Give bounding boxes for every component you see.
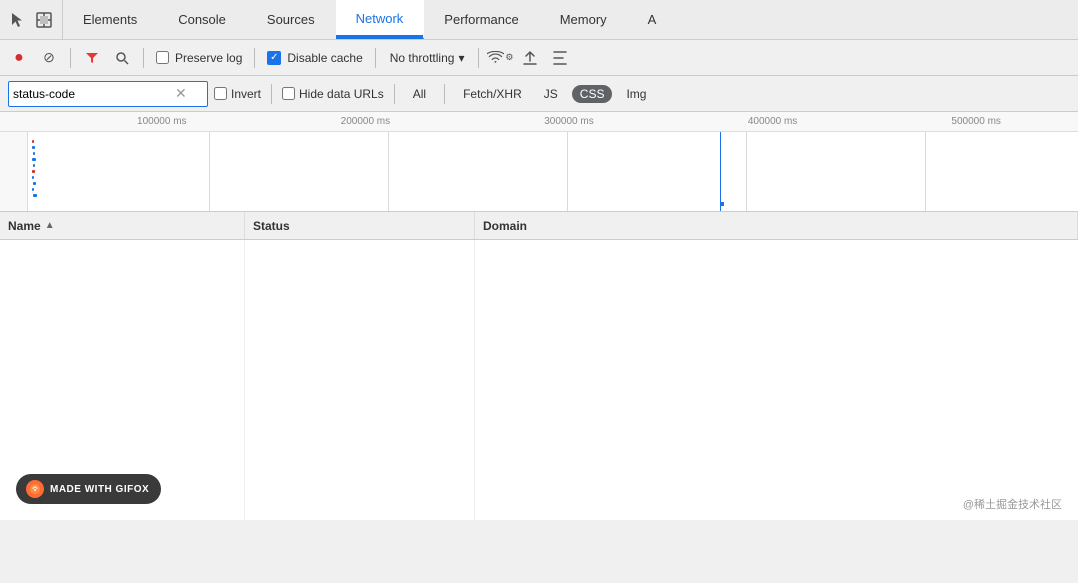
toolbar-divider-1 — [70, 48, 71, 68]
tab-sources[interactable]: Sources — [247, 0, 336, 39]
cursor-icon[interactable] — [8, 10, 28, 30]
inspect-icon[interactable] — [34, 10, 54, 30]
ruler-mark-5: 500000 ms — [874, 116, 1078, 127]
ruler-mark-1: 100000 ms — [60, 116, 264, 127]
waterfall-bars — [0, 132, 1078, 212]
disable-cache-label[interactable]: ✓ Disable cache — [263, 51, 366, 65]
tab-elements[interactable]: Elements — [63, 0, 158, 39]
preserve-log-checkbox[interactable] — [156, 51, 169, 64]
table-body: MADE WITH GIFOX @稀土掘金技术社区 — [0, 240, 1078, 520]
vline-5 — [925, 132, 926, 212]
th-name[interactable]: Name ▲ — [0, 212, 245, 239]
filter-button[interactable] — [79, 45, 105, 71]
invert-checkbox[interactable] — [214, 87, 227, 100]
watermark: @稀土掘金技术社区 — [963, 496, 1062, 512]
ruler-mark-4: 400000 ms — [671, 116, 875, 127]
filter-css-button[interactable]: CSS — [572, 85, 613, 103]
toolbar-divider-3 — [254, 48, 255, 68]
vline-3 — [567, 132, 568, 212]
timeline-cursor — [720, 132, 721, 212]
mini-bar-7 — [32, 188, 34, 191]
search-input[interactable] — [13, 87, 173, 101]
mini-bar-4 — [33, 164, 35, 167]
filter-row: ✕ Invert Hide data URLs All Fetch/XHR JS… — [0, 76, 1078, 112]
nav-tabs: Elements Console Sources Network Perform… — [63, 0, 1078, 39]
toolbar-divider-4 — [375, 48, 376, 68]
vline-2 — [388, 132, 389, 212]
timeline-ruler: 100000 ms 200000 ms 300000 ms 400000 ms … — [0, 112, 1078, 132]
mini-bar-2 — [33, 152, 35, 155]
filter-fetch-xhr-button[interactable]: Fetch/XHR — [455, 85, 530, 103]
mini-bar-5 — [32, 176, 34, 179]
filter-divider-1 — [271, 84, 272, 104]
mini-bar-r1 — [32, 140, 34, 143]
tab-performance[interactable]: Performance — [424, 0, 539, 39]
disable-cache-checkmark: ✓ — [267, 51, 281, 65]
search-button[interactable] — [109, 45, 135, 71]
tab-memory[interactable]: Memory — [540, 0, 628, 39]
filter-img-button[interactable]: Img — [618, 85, 654, 103]
tab-network[interactable]: Network — [336, 0, 425, 39]
search-clear-icon[interactable]: ✕ — [175, 85, 187, 102]
th-status[interactable]: Status — [245, 212, 475, 239]
stop-button[interactable]: ⊘ — [36, 45, 62, 71]
record-button[interactable]: ● — [6, 45, 32, 71]
wifi-icon[interactable]: ⚙ — [487, 45, 513, 71]
tab-console[interactable]: Console — [158, 0, 247, 39]
ruler-mark-3: 300000 ms — [467, 116, 671, 127]
vline-4 — [746, 132, 747, 212]
nav-icons — [0, 0, 63, 39]
toolbar-divider-2 — [143, 48, 144, 68]
cursor-dot — [720, 202, 724, 206]
table-col-status — [245, 240, 475, 520]
gifox-logo — [26, 480, 44, 498]
toolbar-divider-5 — [478, 48, 479, 68]
filter-js-button[interactable]: JS — [536, 85, 566, 103]
search-box: ✕ — [8, 81, 208, 107]
hide-data-urls-label[interactable]: Hide data URLs — [282, 87, 384, 101]
hide-data-urls-checkbox[interactable] — [282, 87, 295, 100]
timeline-area: 100000 ms 200000 ms 300000 ms 400000 ms … — [0, 112, 1078, 212]
toolbar: ● ⊘ Preserve log ✓ Disable cache No thro… — [0, 40, 1078, 76]
filter-divider-2 — [394, 84, 395, 104]
filter-divider-3 — [444, 84, 445, 104]
table-header: Name ▲ Status Domain — [0, 212, 1078, 240]
timeline-chart — [0, 132, 1078, 212]
top-nav: Elements Console Sources Network Perform… — [0, 0, 1078, 40]
mini-bar-3 — [32, 158, 36, 161]
preserve-log-label[interactable]: Preserve log — [152, 51, 246, 65]
mini-bar-1 — [32, 146, 35, 149]
gifox-badge: MADE WITH GIFOX — [16, 474, 161, 504]
throttle-arrow-icon: ▾ — [458, 51, 464, 65]
upload-icon[interactable] — [517, 45, 543, 71]
th-domain[interactable]: Domain — [475, 212, 1078, 239]
vline-1 — [209, 132, 210, 212]
filter-all-button[interactable]: All — [405, 85, 434, 103]
throttle-select[interactable]: No throttling ▾ — [384, 49, 471, 67]
tab-more[interactable]: A — [628, 0, 678, 39]
invert-label[interactable]: Invert — [214, 87, 261, 101]
sort-arrow-icon: ▲ — [45, 220, 55, 231]
table-col-domain — [475, 240, 1078, 520]
mini-bar-6 — [33, 182, 36, 185]
mini-bar-r2 — [32, 170, 35, 173]
ruler-mark-2: 200000 ms — [264, 116, 468, 127]
mini-bar-8 — [33, 194, 37, 197]
more-icon[interactable] — [547, 45, 573, 71]
